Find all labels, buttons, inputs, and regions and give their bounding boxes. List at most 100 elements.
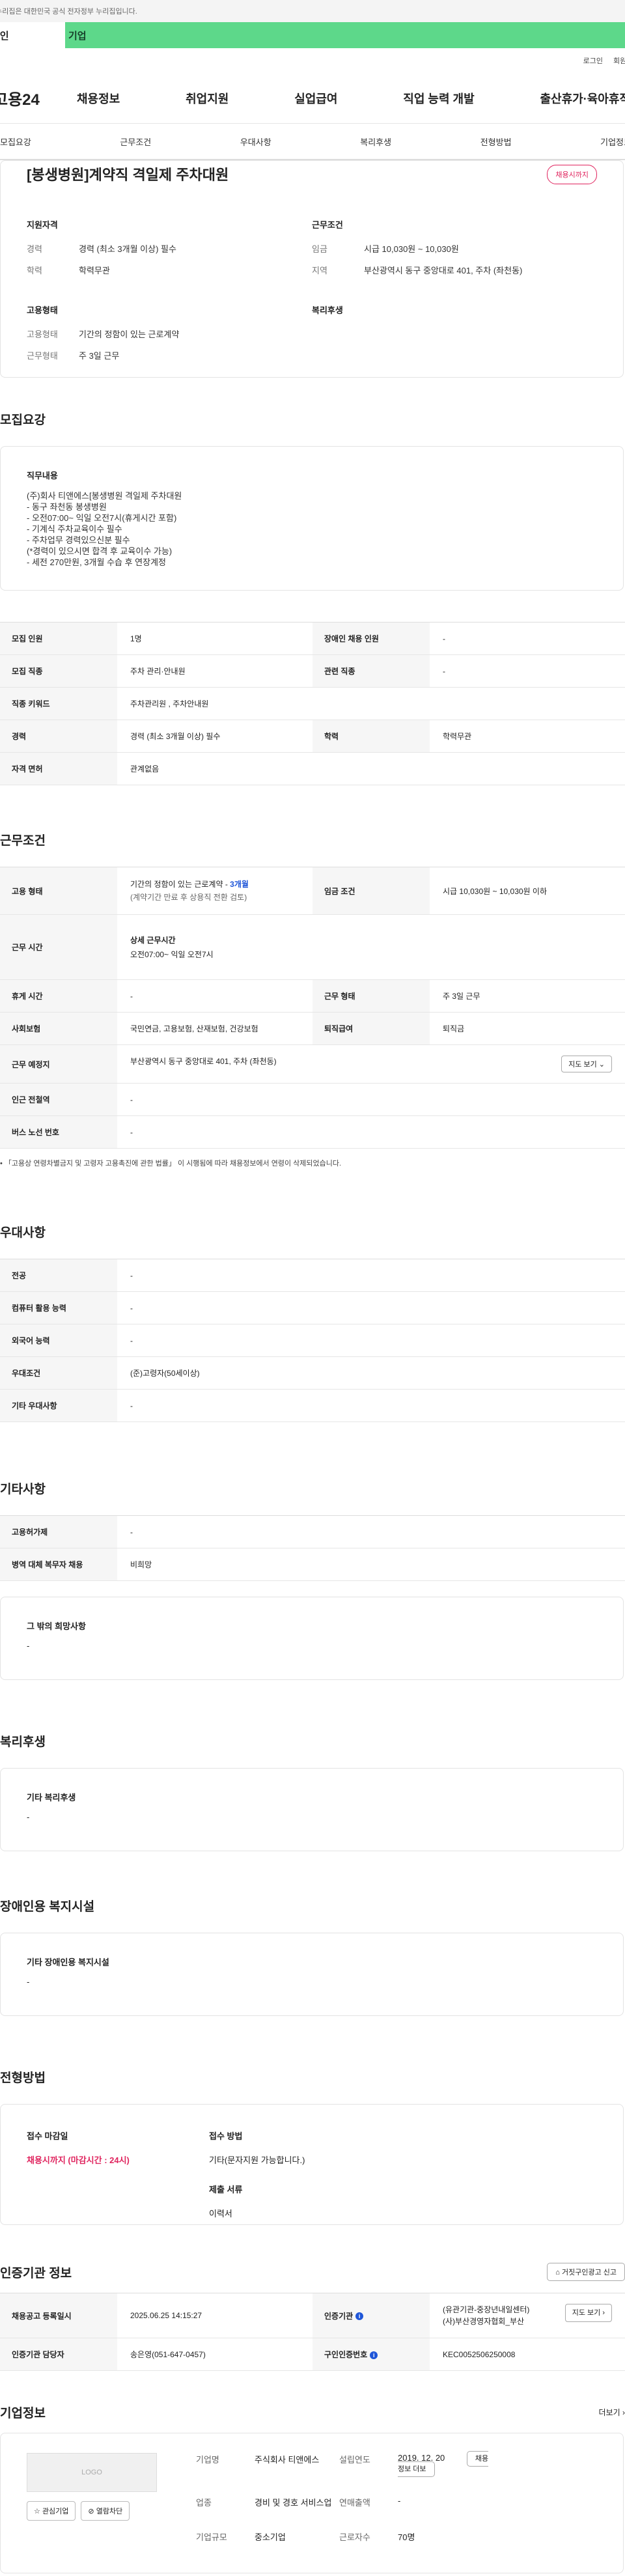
table-header-cell: 휴게 시간 [0,979,117,1013]
table-header-cell: 기타 우대사항 [0,1389,117,1422]
age-footnote: • 「고용상 연령차별금지 및 고령자 고용촉진에 관한 법률」 이 시행됨에 … [0,1160,342,1168]
deadline-heading: 접수 마감일 [27,2131,68,2141]
global-nav: 고용24 채용정보 취업지원 실업급여 직업 능력 개발 출산휴가·육아휴직 [0,73,625,124]
menu-vocational-training[interactable]: 직업 능력 개발 [403,90,474,107]
map-button[interactable]: 지도 보기 ⌄ [561,1056,612,1072]
table-header-cell: 구인인증번호 i [312,2338,430,2371]
cert-number-label: 구인인증번호 [324,2350,368,2359]
site-logo[interactable]: 고용24 [0,87,77,109]
disability-section-title: 장애인용 복지시설 [0,1900,95,1914]
tab-company[interactable]: 기업정보 [600,135,625,148]
deadline-block: 접수 마감일 채용시까지 (마감시간 : 24시) [27,2129,209,2219]
table-cell: - [117,1259,625,1292]
role-company-tab[interactable]: 기업 [65,22,625,48]
tab-recruit[interactable]: 모집요강 [0,135,31,148]
role-company-label: 기업 [68,30,87,42]
table-row: 기타 우대사항 - [0,1389,625,1422]
region-value: 부산광역시 동구 중앙대로 401, 주차 (좌천동) [364,266,523,275]
company-name-value: 주식회사 티앤에스 [255,2455,320,2465]
menu-maternity-leave[interactable]: 출산휴가·육아휴직 [540,90,625,107]
summary-conditions: 근무조건 임금 시급 10,030원 ~ 10,030원 지역 부산광역시 동구 중… [312,218,597,285]
table-header-cell: 우대조건 [0,1356,117,1390]
table-row: 휴게 시간 - 근무 형태 주 3일 근무 [0,979,625,1013]
sales-label: 연매출액 [339,2498,370,2508]
block-icon: ⊘ [88,2508,94,2515]
favorite-company-button[interactable]: ☆ 관심기업 [27,2501,76,2521]
table-header-cell: 모집 직종 [0,654,117,688]
summary-welfare: 복리후생 [312,303,597,371]
conditions-heading: 근무조건 [312,220,343,230]
table-cell: - [117,1389,625,1422]
map-button-label: 지도 보기 [568,1061,597,1069]
tab-welfare[interactable]: 복리후생 [360,135,391,148]
age-footnote-text: 「고용상 연령차별금지 및 고령자 고용촉진에 관한 법률」 이 시행됨에 따라… [4,1160,342,1168]
method-value: 기타(문자지원 가능합니다.) [209,2155,305,2165]
conditions-table: 고용 형태 기간의 정함이 있는 근로계약 - 3개월 (계약기간 만료 후 상… [0,867,625,1149]
table-row: 경력 경력 (최소 3개월 이상) 필수 학력 학력무관 [0,720,625,753]
other-hope-box: 그 밖의 희망사항 - [0,1597,624,1680]
career-value: 경력 (최소 3개월 이상) 필수 [79,244,176,254]
menu-employment-support[interactable]: 취업지원 [186,90,229,107]
table-header-cell: 인근 전철역 [0,1083,117,1116]
company-header: 기업정보 더보기 › [0,2403,625,2421]
preferences-table: 전공 - 컴퓨터 활용 능력 - 외국어 능력 - 우대조건 (준)고령자(50세이상)… [0,1259,625,1422]
table-cell: - [117,1115,625,1149]
role-personal-tab[interactable]: 개인 [0,22,65,48]
table-row: 병역 대체 복무자 채용 비희망 [0,1548,625,1581]
menu-unemployment-benefit[interactable]: 실업급여 [294,90,337,107]
table-cell: 주차관리원 , 주차안내원 [117,687,625,720]
disability-box-value: - [27,1977,30,1987]
table-row: 컴퓨터 활용 능력 - [0,1291,625,1324]
table-row: 사회보험 국민연금, 고용보험, 산재보험, 건강보험 퇴직급여 퇴직금 [0,1012,625,1045]
report-button-label: 거짓구인광고 신고 [561,2269,617,2276]
other-hope-heading: 그 밖의 희망사항 [27,1621,86,1631]
table-header-cell: 고용 형태 [0,867,117,915]
table-cell: 시급 10,030원 ~ 10,030원 이하 [430,867,625,915]
established-label: 설립연도 [339,2455,370,2465]
table-header-cell: 임금 조건 [312,867,430,915]
cert-map-button[interactable]: 지도 보기 › [564,2304,612,2322]
cert-section-title: 인증기관 정보 [0,2266,72,2280]
deadline-value: 채용시까지 (마감시간 : 24시) [27,2155,130,2165]
gov-notice-bar: 이 누리집은 대한민국 공식 전자정부 누리집입니다. [0,0,625,22]
info-icon[interactable]: i [370,2351,378,2359]
table-header-cell: 근무 시간 [0,914,117,980]
company-info-grid: 기업명 주식회사 티앤에스 설립연도 2019. 12. 20 채용정보 더보 … [196,2451,489,2553]
established-cell: 2019. 12. 20 채용정보 더보 [398,2451,489,2484]
tab-selection[interactable]: 전형방법 [480,135,512,148]
duty-box: 직무내용 (주)회사 티앤에스[봉생병원 격일제 주차대원 - 동구 좌천동 봉… [0,446,624,591]
summary-qualification: 지원자격 경력 경력 (최소 3개월 이상) 필수 학력 학력무관 [27,218,312,285]
cert-header: 인증기관 정보 ⌂ 거짓구인광고 신고 [0,2263,625,2281]
menu-jobs[interactable]: 채용정보 [77,90,120,107]
company-more-link[interactable]: 더보기 › [599,2407,625,2418]
job-summary-card: [봉생병원]계약직 격일제 주차대원 채용시까지 지원자격 경력 경력 (최소 3… [0,160,624,378]
table-cell: 송은영(051-647-0457) [117,2338,312,2371]
welfare-heading: 복리후생 [312,305,343,315]
wage-label: 임금 [312,244,327,254]
table-row: 모집 인원 1명 장애인 채용 인원 - [0,622,625,655]
info-icon[interactable]: i [355,2312,364,2321]
etc-table: 고용허가제 - 병역 대체 복무자 채용 비희망 [0,1515,625,1581]
method-block: 접수 방법 기타(문자지원 가능합니다.) 제출 서류 이력서 [209,2129,597,2219]
table-cell: - [117,1291,625,1324]
work-type-label: 근무형태 [27,351,58,361]
status-badge: 채용시까지 [547,165,597,184]
employee-count-value: 70명 [398,2532,415,2542]
table-cell: (준)고령자(50세이상) [117,1356,625,1390]
tab-conditions[interactable]: 근무조건 [120,135,151,148]
work-place-value: 부산광역시 동구 중앙대로 401, 주차 (좌천동) [130,1057,277,1066]
table-cell: 관계없음 [117,752,625,785]
etc-section-title: 기타사항 [0,1483,46,1496]
cert-table: 채용공고 등록일시 2025.06.25 14:15:27 인증기관 i 지도 보… [0,2293,625,2371]
tab-preferences[interactable]: 우대사항 [240,135,271,148]
signup-link[interactable]: 회원가입 [613,55,625,66]
report-fake-ad-button[interactable]: ⌂ 거짓구인광고 신고 [547,2263,625,2281]
table-cell: 학력무관 [430,720,625,753]
table-cell: 지도 보기 › (유관기관-중장년내일센터) (사)부산경영자협회_부산 [430,2293,625,2338]
login-link[interactable]: 로그인 [583,55,603,66]
emp-type-label: 고용형태 [27,329,58,339]
recruit-section-title: 모집요강 [0,413,46,427]
table-cell: - [117,1083,625,1116]
selection-section-title: 전형방법 [0,2071,46,2085]
block-view-button[interactable]: ⊘ 열람차단 [81,2501,130,2521]
